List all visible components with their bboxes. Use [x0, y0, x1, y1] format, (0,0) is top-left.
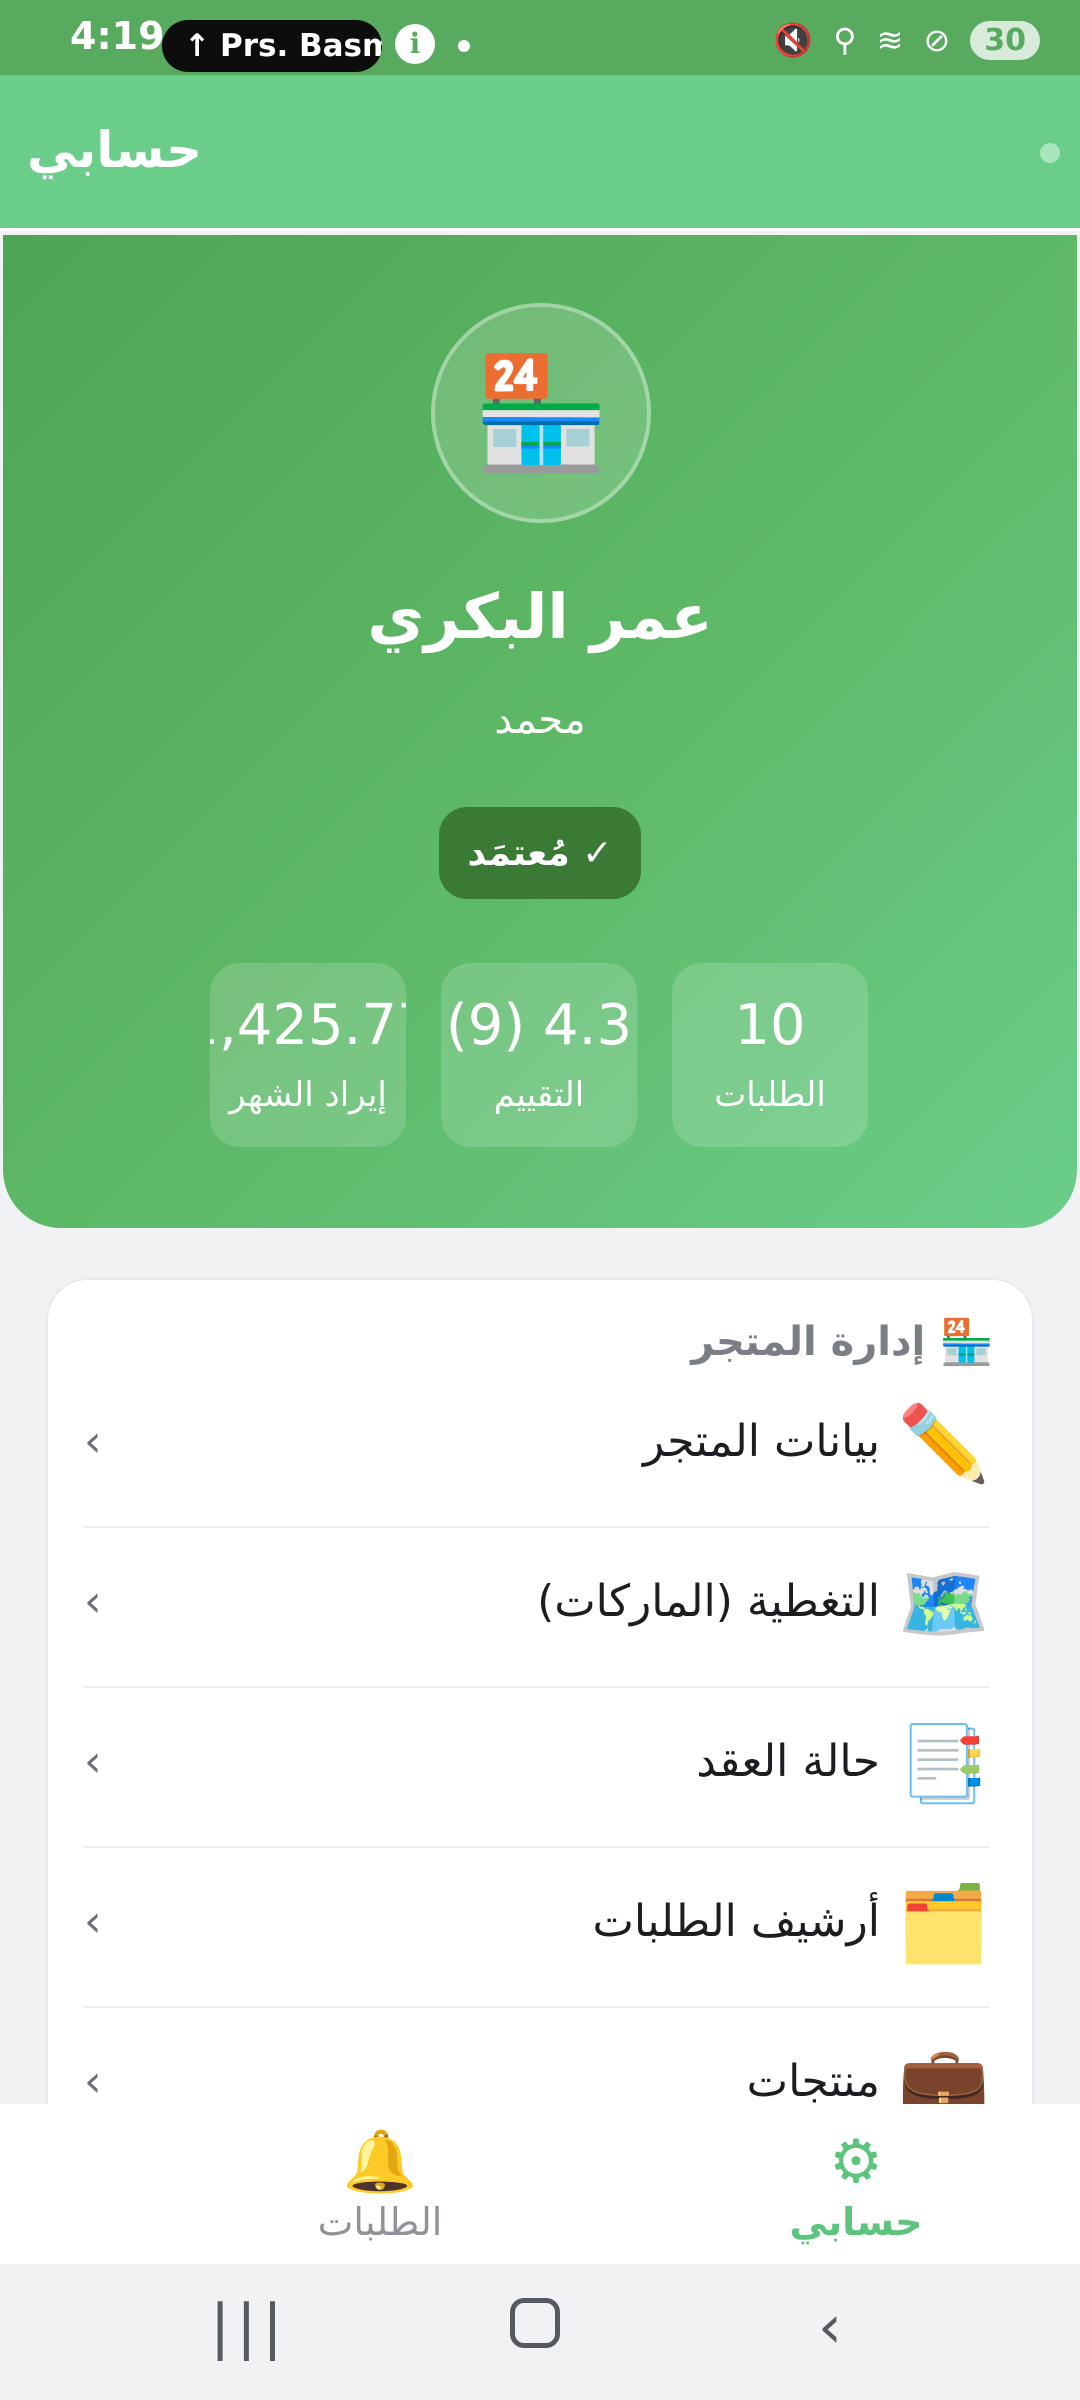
stat-monthly-revenue: 1,425.77 إيراد الشهر [210, 963, 406, 1147]
menu-item-store-data[interactable]: ✏️ بيانات المتجر › [84, 1368, 990, 1528]
folder-icon: 🗂️ [897, 1881, 990, 1967]
gear-icon: ⚙ [829, 2127, 883, 2197]
chevron-icon: › [84, 2056, 102, 2107]
stat-value: 4.3 (9) [445, 993, 633, 1058]
menu-item-label: التغطية (الماركات) [537, 1576, 880, 1627]
status-dot-icon [1040, 143, 1060, 163]
menu-item-contract-status[interactable]: 📑 حالة العقد › [84, 1688, 990, 1848]
recents-button[interactable]: ||| [210, 2292, 289, 2362]
menu-item-coverage[interactable]: 🗺️ التغطية (الماركات) › [84, 1528, 990, 1688]
battery-indicator: 30 [970, 20, 1040, 60]
stat-value: 10 [734, 993, 806, 1058]
store-icon: 🏪 [472, 348, 610, 477]
map-icon: 🗺️ [897, 1561, 990, 1647]
back-button[interactable]: ‹ [818, 2292, 842, 2362]
section-title: 🏪 إدارة المتجر [691, 1316, 994, 1368]
wifi-icon: ≋ [876, 21, 904, 59]
profile-subtitle: محمد [494, 697, 586, 743]
section-title-text: إدارة المتجر [691, 1319, 926, 1365]
nav-tab-label: حسابي [789, 2200, 923, 2244]
stat-label: إيراد الشهر [229, 1075, 387, 1115]
store-icon: 🏪 [939, 1317, 994, 1368]
do-not-disturb-icon: ⊘ [923, 21, 951, 59]
profile-header: 🏪 عمر البكري محمد ✓ مُعتمَد 10 الطلبات 4… [3, 235, 1077, 1228]
stat-label: الطلبات [714, 1075, 826, 1115]
stat-label: التقييم [493, 1075, 585, 1115]
home-button[interactable] [510, 2298, 560, 2348]
document-icon: 📑 [897, 1721, 990, 1807]
stat-value: 1,425.77 [210, 993, 406, 1058]
mute-icon: 🔇 [773, 21, 814, 59]
menu-item-orders-archive[interactable]: 🗂️ أرشيف الطلبات › [84, 1848, 990, 2008]
page-title: حسابي [26, 121, 202, 179]
stat-orders: 10 الطلبات [672, 963, 868, 1147]
chevron-icon: › [84, 1576, 102, 1627]
nav-tab-label: الطلبات [317, 2200, 443, 2244]
profile-name: عمر البكري [367, 580, 713, 653]
menu-item-label: منتجات [746, 2056, 880, 2107]
system-navigation-bar: ||| ‹ [0, 2264, 1080, 2400]
status-icons: 🔇 ⚲ ≋ ⊘ 30 [773, 18, 1040, 62]
bell-icon: 🔔 [342, 2127, 418, 2197]
bottom-navigation: ⚙ حسابي 🔔 الطلبات [0, 2104, 1080, 2264]
status-bar: 4:19 ↑ Prs. Basm i 🔇 ⚲ ≋ ⊘ 30 [0, 0, 1080, 75]
status-time: 4:19 [70, 14, 165, 58]
chevron-icon: › [84, 1736, 102, 1787]
nav-tab-account[interactable]: ⚙ حسابي [746, 2128, 966, 2244]
location-icon: ⚲ [833, 21, 857, 59]
store-avatar: 🏪 [431, 303, 651, 523]
menu-item-label: حالة العقد [696, 1736, 880, 1787]
store-management-card: 🏪 إدارة المتجر ✏️ بيانات المتجر › 🗺️ الت… [48, 1280, 1032, 2140]
menu-item-label: بيانات المتجر [642, 1416, 880, 1467]
nav-tab-orders[interactable]: 🔔 الطلبات [270, 2128, 490, 2244]
upload-arrow-icon: ↑ [184, 28, 210, 64]
info-icon: i [395, 24, 435, 64]
notification-text: Prs. Basm [219, 28, 382, 64]
notification-dot-icon [458, 40, 470, 52]
app-bar: حسابي [0, 75, 1080, 231]
menu-item-label: أرشيف الطلبات [592, 1896, 880, 1947]
chevron-icon: › [84, 1896, 102, 1947]
verified-badge: ✓ مُعتمَد [439, 807, 641, 899]
chevron-icon: › [84, 1416, 102, 1467]
stat-rating: 4.3 (9) التقييم [441, 963, 637, 1147]
pencil-icon: ✏️ [897, 1401, 990, 1487]
notification-chip[interactable]: ↑ Prs. Basm [162, 20, 382, 72]
